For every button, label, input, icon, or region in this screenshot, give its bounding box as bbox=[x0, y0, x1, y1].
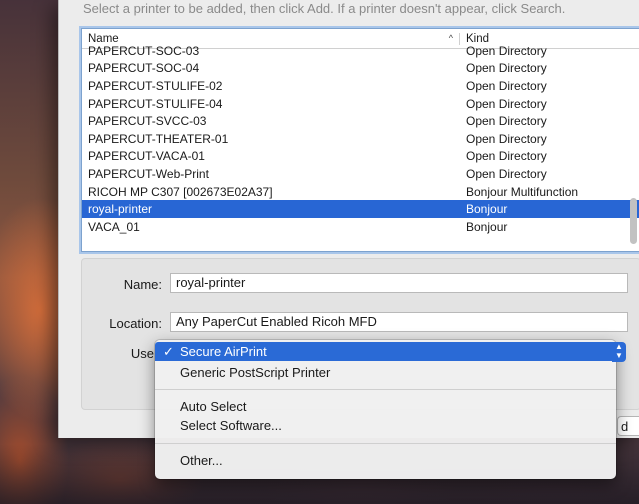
printer-list[interactable]: Name ^ Kind PAPERCUT-SOC-03 Open Director… bbox=[81, 28, 639, 252]
printer-kind-cell: Open Directory bbox=[466, 166, 547, 181]
printer-name-cell: royal-printer bbox=[88, 202, 153, 217]
menu-separator bbox=[155, 443, 616, 444]
printer-row[interactable]: VACA_01 Bonjour bbox=[82, 218, 639, 236]
checkmark-icon: ✓ bbox=[163, 344, 174, 359]
printer-row[interactable]: PAPERCUT-VACA-01 Open Directory bbox=[82, 148, 639, 166]
name-label: Name: bbox=[123, 277, 162, 292]
menu-item-label: Select Software... bbox=[180, 418, 282, 433]
printer-kind-cell: Bonjour Multifunction bbox=[466, 184, 579, 199]
printer-kind-cell: Open Directory bbox=[466, 78, 547, 93]
printer-name-cell: PAPERCUT-VACA-01 bbox=[88, 149, 205, 164]
printer-rows: PAPERCUT-SOC-03 Open Directory PAPERCUT-SO… bbox=[82, 42, 639, 236]
menu-item-label: Auto Select bbox=[180, 399, 247, 414]
printer-kind-cell: Open Directory bbox=[466, 149, 547, 164]
use-label: Use bbox=[130, 346, 154, 361]
menu-item-label: Generic PostScript Printer bbox=[180, 365, 331, 380]
name-field[interactable]: royal-printer bbox=[170, 273, 628, 293]
printer-name-cell: PAPERCUT-Web-Print bbox=[88, 166, 209, 181]
printer-row[interactable]: RICOH MP C307 [002673E02A37] Bonjour Mult… bbox=[82, 183, 639, 201]
location-field[interactable]: Any PaperCut Enabled Ricoh MFD bbox=[170, 312, 628, 332]
printer-row[interactable]: PAPERCUT-STULIFE-02 Open Directory bbox=[82, 77, 639, 95]
location-label: Location: bbox=[109, 316, 162, 331]
menu-item-other[interactable]: Other... bbox=[155, 451, 616, 470]
printer-kind-cell: Open Directory bbox=[466, 114, 547, 129]
printer-name-cell: PAPERCUT-STULIFE-04 bbox=[88, 96, 223, 111]
popup-stepper-icon[interactable]: ▲ ▼ bbox=[612, 342, 626, 362]
menu-item-label: Other... bbox=[180, 453, 223, 468]
printer-kind-cell: Open Directory bbox=[466, 96, 547, 111]
printer-name-cell: RICOH MP C307 [002673E02A37] bbox=[88, 184, 273, 199]
printer-row[interactable]: PAPERCUT-THEATER-01 Open Directory bbox=[82, 130, 639, 148]
printer-kind-cell: Open Directory bbox=[466, 131, 547, 146]
add-button-partial[interactable]: d bbox=[617, 416, 639, 436]
printer-name-cell: PAPERCUT-SVCC-03 bbox=[88, 114, 207, 129]
printer-name-cell: PAPERCUT-SOC-04 bbox=[88, 61, 200, 76]
menu-item-generic-postscript[interactable]: Generic PostScript Printer bbox=[155, 363, 616, 382]
printer-row[interactable]: PAPERCUT-SOC-04 Open Directory bbox=[82, 60, 639, 78]
menu-item-auto-select[interactable]: Auto Select bbox=[155, 397, 616, 416]
menu-item-select-software[interactable]: Select Software... bbox=[155, 416, 616, 435]
printer-name-cell: VACA_01 bbox=[88, 219, 140, 234]
menu-item-label: Secure AirPrint bbox=[180, 344, 267, 359]
printer-kind-cell: Bonjour bbox=[466, 219, 508, 234]
list-scrollbar[interactable] bbox=[630, 198, 637, 244]
instruction-text: Select a printer to be added, then click… bbox=[83, 1, 566, 16]
printer-name-cell: PAPERCUT-SOC-03 bbox=[88, 43, 200, 58]
printer-kind-cell: Bonjour bbox=[466, 202, 508, 217]
printer-row[interactable]: PAPERCUT-Web-Print Open Directory bbox=[82, 165, 639, 183]
printer-kind-cell: Open Directory bbox=[466, 61, 547, 76]
printer-row[interactable]: royal-printer Bonjour bbox=[82, 200, 639, 218]
menu-item-secure-airprint[interactable]: ✓ Secure AirPrint bbox=[155, 342, 616, 361]
printer-name-cell: PAPERCUT-STULIFE-02 bbox=[88, 78, 223, 93]
printer-kind-cell: Open Directory bbox=[466, 43, 547, 58]
menu-separator bbox=[155, 389, 616, 390]
printer-row[interactable]: PAPERCUT-SOC-03 Open Directory bbox=[82, 42, 639, 60]
use-popup-menu: ✓ Secure AirPrint Generic PostScript Pri… bbox=[155, 340, 616, 479]
printer-row[interactable]: PAPERCUT-SVCC-03 Open Directory bbox=[82, 112, 639, 130]
printer-name-cell: PAPERCUT-THEATER-01 bbox=[88, 131, 229, 146]
printer-row[interactable]: PAPERCUT-STULIFE-04 Open Directory bbox=[82, 95, 639, 113]
